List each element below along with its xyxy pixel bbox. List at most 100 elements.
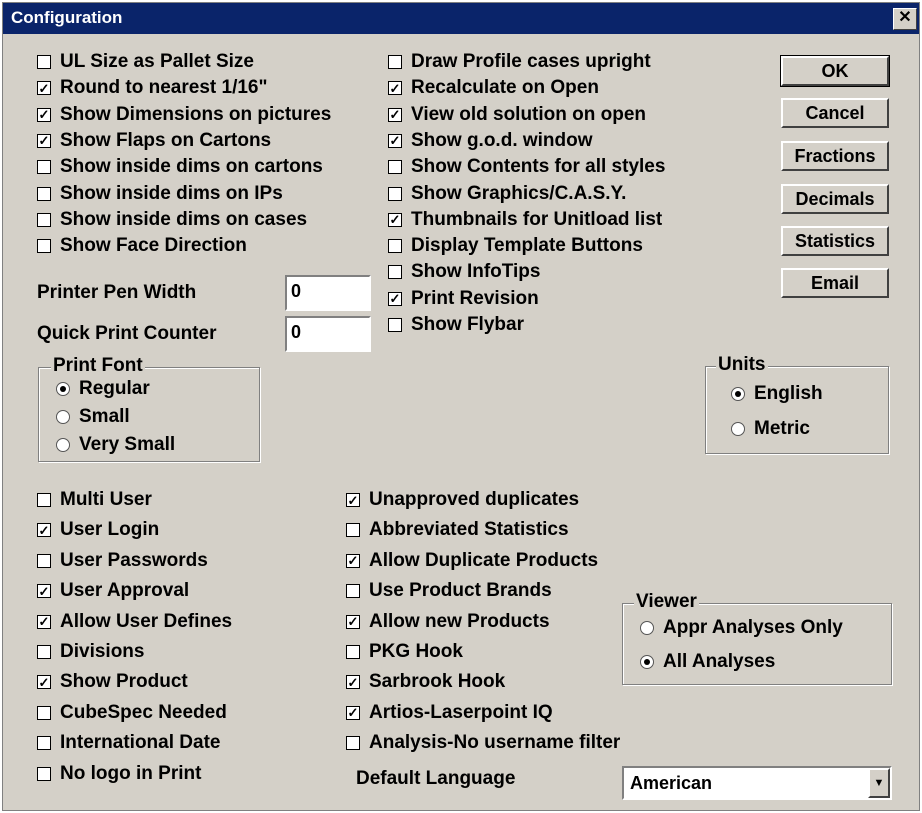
checkbox-show-infotips[interactable]: Show InfoTips [388, 260, 540, 284]
unchecked-box-icon[interactable] [37, 493, 51, 507]
checkbox-label: Allow User Defines [60, 610, 233, 632]
checkbox-label: Draw Profile cases upright [411, 51, 651, 72]
checkbox-show-contents-for-all-styles[interactable]: Show Contents for all styles [388, 155, 665, 179]
checked-box-icon[interactable]: ✓ [37, 584, 51, 599]
checked-box-icon[interactable]: ✓ [37, 107, 51, 122]
unchecked-box-icon[interactable] [37, 766, 51, 781]
checkbox-display-template-buttons[interactable]: Display Template Buttons [388, 234, 643, 258]
unchecked-box-icon[interactable] [388, 55, 402, 69]
checked-box-icon[interactable]: ✓ [37, 523, 51, 538]
checked-box-icon[interactable]: ✓ [37, 81, 51, 96]
email-button[interactable]: Email [781, 268, 889, 298]
checkbox-abbreviated-statistics[interactable]: Abbreviated Statistics [346, 518, 569, 542]
unchecked-box-icon[interactable] [346, 523, 360, 538]
unchecked-box-icon[interactable] [346, 645, 360, 659]
checkbox-label: Show Product [60, 671, 188, 693]
checkbox-round-to-nearest-1-16[interactable]: ✓ Round to nearest 1/16" [37, 76, 268, 100]
checkbox-show-flaps-on-cartons[interactable]: ✓ Show Flaps on Cartons [37, 129, 271, 153]
checked-box-icon[interactable]: ✓ [388, 81, 402, 96]
unchecked-box-icon[interactable] [37, 212, 51, 227]
unchecked-box-icon[interactable] [37, 186, 51, 201]
checkbox-show-inside-dims-on-cases[interactable]: Show inside dims on cases [37, 208, 307, 232]
checkbox-user-approval[interactable]: ✓ User Approval [37, 579, 189, 603]
checkbox-no-logo-in-print[interactable]: No logo in Print [37, 762, 201, 786]
checkbox-label: Show InfoTips [411, 261, 541, 283]
checkbox-draw-profile-cases-upright[interactable]: Draw Profile cases upright [388, 50, 651, 74]
checkbox-show-inside-dims-on-ips[interactable]: Show inside dims on IPs [37, 182, 283, 206]
checkbox-label: Show inside dims on cartons [60, 156, 323, 178]
unchecked-box-icon[interactable] [388, 239, 402, 254]
checkbox-show-face-direction[interactable]: Show Face Direction [37, 234, 247, 258]
checkbox-show-product[interactable]: ✓ Show Product [37, 670, 188, 694]
quick-print-counter-input[interactable]: 0 [285, 316, 371, 352]
unchecked-box-icon[interactable] [37, 55, 51, 69]
unchecked-box-icon[interactable] [388, 186, 402, 201]
checkbox-use-product-brands[interactable]: Use Product Brands [346, 579, 552, 603]
printer-pen-width-input[interactable]: 0 [285, 275, 371, 311]
checkbox-label: Sarbrook Hook [369, 671, 506, 693]
checkbox-multi-user[interactable]: Multi User [37, 488, 152, 512]
checkbox-show-inside-dims-on-cartons[interactable]: Show inside dims on cartons [37, 155, 323, 179]
printer-pen-width-label: Printer Pen Width [37, 282, 197, 303]
unchecked-box-icon[interactable] [346, 584, 360, 599]
checkbox-allow-new-products[interactable]: ✓ Allow new Products [346, 610, 550, 634]
checkbox-ul-size-as-pallet-size[interactable]: UL Size as Pallet Size [37, 50, 254, 74]
statistics-button[interactable]: Statistics [781, 226, 889, 256]
default-language-value: American [630, 773, 713, 793]
checkbox-pkg-hook[interactable]: PKG Hook [346, 640, 463, 664]
decimals-button[interactable]: Decimals [781, 184, 889, 214]
checkbox-allow-user-defines[interactable]: ✓ Allow User Defines [37, 610, 232, 634]
unchecked-box-icon[interactable] [37, 239, 51, 254]
unchecked-box-icon[interactable] [37, 736, 51, 751]
checkbox-print-revision[interactable]: ✓ Print Revision [388, 287, 539, 311]
checked-box-icon[interactable]: ✓ [388, 212, 402, 227]
unchecked-box-icon[interactable] [37, 553, 51, 568]
checkbox-recalculate-on-open[interactable]: ✓ Recalculate on Open [388, 76, 599, 100]
checkbox-label: Artios-Laserpoint IQ [369, 701, 553, 723]
checked-box-icon[interactable]: ✓ [37, 133, 51, 148]
checkbox-view-old-solution-on-open[interactable]: ✓ View old solution on open [388, 103, 646, 127]
checkbox-label: User Approval [60, 580, 190, 602]
checked-box-icon[interactable]: ✓ [388, 291, 402, 306]
unchecked-box-icon[interactable] [388, 318, 402, 332]
close-button[interactable]: ✕ [893, 8, 917, 30]
checked-box-icon[interactable]: ✓ [388, 133, 402, 148]
checked-box-icon[interactable]: ✓ [346, 675, 360, 690]
cancel-button[interactable]: Cancel [781, 98, 889, 128]
checked-box-icon[interactable]: ✓ [346, 705, 360, 720]
unchecked-box-icon[interactable] [37, 645, 51, 659]
default-language-select[interactable]: American ▼ [622, 766, 892, 800]
checkbox-user-passwords[interactable]: User Passwords [37, 549, 208, 573]
checkbox-allow-duplicate-products[interactable]: ✓ Allow Duplicate Products [346, 549, 598, 573]
unchecked-box-icon[interactable] [37, 160, 51, 175]
checkbox-label: Show g.o.d. window [411, 129, 593, 151]
checkbox-show-flybar[interactable]: Show Flybar [388, 313, 524, 337]
checkbox-label: Display Template Buttons [411, 235, 643, 257]
checkbox-international-date[interactable]: International Date [37, 731, 220, 755]
checkbox-sarbrook-hook[interactable]: ✓ Sarbrook Hook [346, 670, 505, 694]
checkbox-show-graphics-c-a-s-y[interactable]: Show Graphics/C.A.S.Y. [388, 182, 626, 206]
checkbox-divisions[interactable]: Divisions [37, 640, 144, 664]
checked-box-icon[interactable]: ✓ [37, 675, 51, 690]
unchecked-box-icon[interactable] [388, 265, 402, 280]
unchecked-box-icon[interactable] [37, 705, 51, 720]
checkbox-artios-laserpoint-iq[interactable]: ✓ Artios-Laserpoint IQ [346, 701, 553, 725]
ok-button[interactable]: OK [780, 55, 890, 87]
checked-box-icon[interactable]: ✓ [388, 107, 402, 122]
checkbox-analysis-no-username-filter[interactable]: Analysis-No username filter [346, 731, 620, 755]
checkbox-unapproved-duplicates[interactable]: ✓ Unapproved duplicates [346, 488, 579, 512]
unchecked-box-icon[interactable] [388, 160, 402, 175]
checkbox-cubespec-needed[interactable]: CubeSpec Needed [37, 701, 227, 725]
checkbox-show-dimensions-on-pictures[interactable]: ✓ Show Dimensions on pictures [37, 103, 331, 127]
checkbox-thumbnails-for-unitload-list[interactable]: ✓ Thumbnails for Unitload list [388, 208, 662, 232]
checkbox-show-g-o-d-window[interactable]: ✓ Show g.o.d. window [388, 129, 593, 153]
unchecked-box-icon[interactable] [346, 736, 360, 751]
checkbox-user-login[interactable]: ✓ User Login [37, 518, 159, 542]
fractions-button[interactable]: Fractions [781, 141, 889, 171]
checked-box-icon[interactable]: ✓ [346, 553, 360, 568]
checked-box-icon[interactable]: ✓ [37, 614, 51, 629]
checked-box-icon[interactable]: ✓ [346, 493, 360, 507]
checkbox-label: No logo in Print [60, 762, 202, 784]
checked-box-icon[interactable]: ✓ [346, 614, 360, 629]
chevron-down-icon[interactable]: ▼ [868, 768, 890, 798]
